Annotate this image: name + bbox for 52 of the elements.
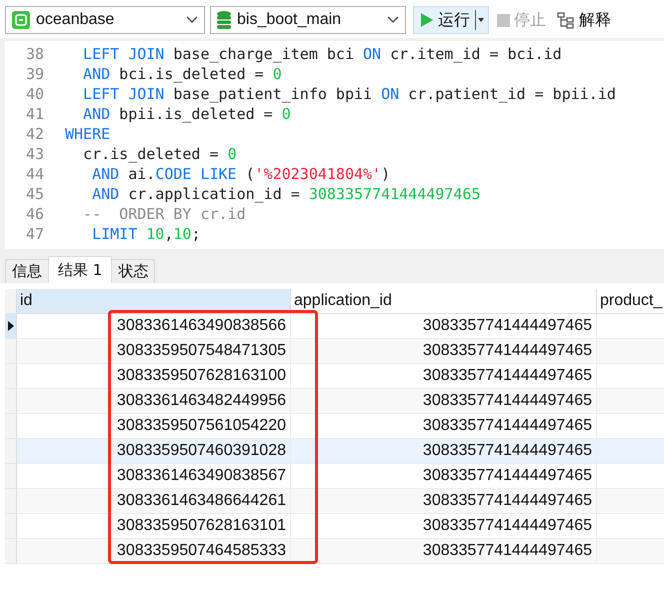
chevron-down-icon [387,16,399,24]
code-line: AND bpii.is_deleted = 0 [82,105,291,123]
run-button[interactable]: 运行 [413,6,489,34]
line-number: 40 [24,85,45,103]
tree-icon [557,12,575,28]
row-header [5,289,17,314]
column-header[interactable]: application_id [291,289,597,314]
code-line: LIMIT 10,10; [91,225,200,243]
database-icon [217,11,231,29]
code-line: AND bci.is_deleted = 0 [82,65,282,83]
result-tab[interactable]: 信息 [5,259,49,283]
explain-button[interactable]: 解释 [554,6,614,34]
line-number: 47 [24,225,45,243]
code-line: LEFT JOIN base_patient_info bpii ON cr.patient_id = bpii.id [82,85,616,103]
table-row[interactable]: 3083361463482449956 3083357741444497465 [5,389,664,414]
line-number: 43 [24,145,45,163]
table-cell: 3083357741444497465 [291,539,597,564]
result-tab[interactable]: 结果 1 [48,256,112,283]
row-pointer-icon [8,321,14,331]
line-number: 38 [24,45,45,63]
code-line: LEFT JOIN base_charge_item bci ON cr.item_id = bci.id [82,45,562,63]
stop-icon [497,14,510,26]
code-line: AND cr.application_id = 3083357741444497465 [91,185,480,203]
table-row[interactable]: 3083361463490838567 3083357741444497465 [5,464,664,489]
code-line: -- ORDER BY cr.id [82,205,246,223]
column-header[interactable]: id [17,289,291,314]
table-row[interactable]: 3083359507561054220 3083357741444497465 [5,414,664,439]
line-number: 45 [24,185,45,203]
code-line: WHERE [65,125,110,143]
line-number: 46 [24,205,45,223]
line-number: 42 [24,125,45,143]
line-number: 39 [24,65,45,83]
play-icon [420,13,433,27]
caret-icon [478,18,484,22]
table-cell: 3083359507464585333 [17,539,291,564]
table-row[interactable]: 3083359507464585333 3083357741444497465 [5,539,664,564]
line-number: 44 [24,165,45,183]
code-line: cr.is_deleted = 0 [82,145,237,163]
line-number: 41 [24,105,45,123]
result-tab[interactable]: 状态 [111,259,156,283]
code-line: AND ai.CODE LIKE ('%2023041804%') [91,165,390,183]
connection-select[interactable]: oceanbase [5,6,205,34]
table-row[interactable]: 3083361463486644261 3083357741444497465 [5,489,664,514]
row-header[interactable] [5,314,17,339]
chevron-down-icon [186,16,198,24]
table-row[interactable]: 3083359507628163101 3083357741444497465 [5,514,664,539]
table-row[interactable]: 3083359507548471305 3083357741444497465 [5,339,664,364]
table-row[interactable]: 3083361463490838566 3083357741444497465 [5,314,664,339]
table-row[interactable]: 3083359507460391028 3083357741444497465 [5,439,664,464]
table-row[interactable]: 3083359507628163100 3083357741444497465 [5,364,664,389]
connection-icon [12,11,30,29]
database-select[interactable]: bis_boot_main [210,6,406,34]
